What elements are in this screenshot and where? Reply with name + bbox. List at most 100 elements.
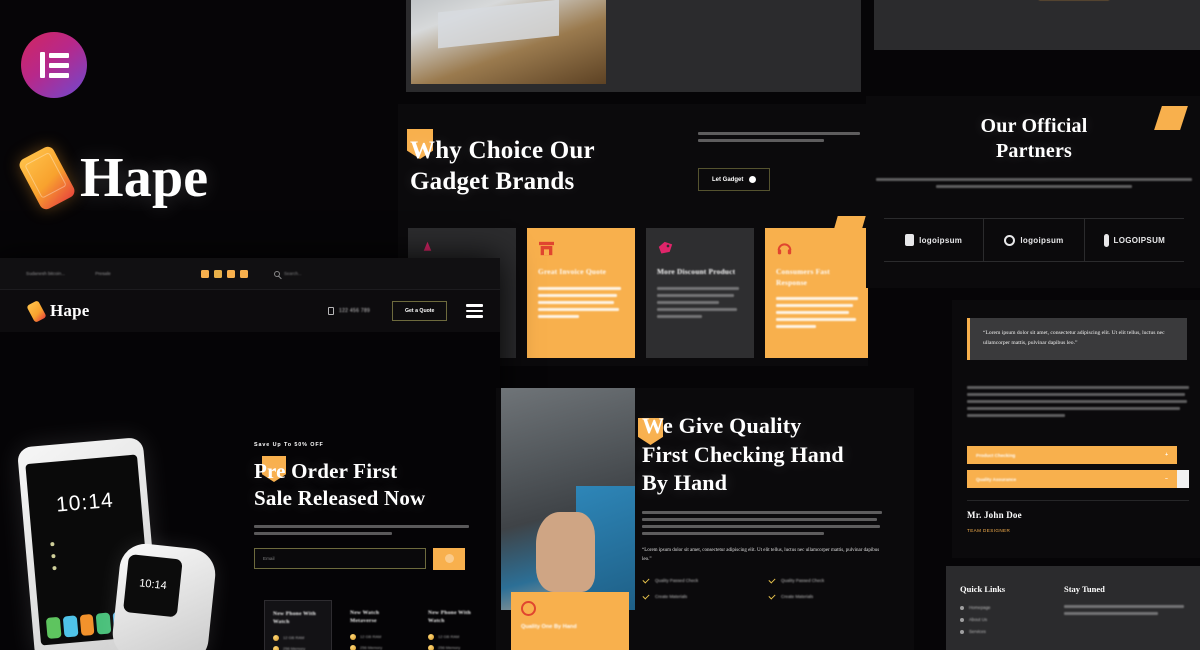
quality-quote: “Lorem ipsum dolor sit amet, consectetur… [642, 547, 880, 562]
quality-body [642, 510, 882, 535]
footer-link-text: Services [969, 629, 986, 634]
feature-card-more-discount[interactable]: More Discount Product [646, 228, 754, 358]
partners-subtitle [876, 178, 1192, 188]
footer-link-text: Homepage [969, 605, 991, 610]
hero-submit-button[interactable] [433, 547, 465, 570]
navbar-brand[interactable]: Hape [26, 299, 90, 323]
partners-section: Our Official Partners logoipsum logoipsu… [866, 96, 1200, 288]
get-a-quote-button[interactable]: Get a Quote [392, 301, 448, 321]
site-topbar: Sudanesh bitcoin... Presale Search... [0, 258, 500, 290]
footer-link[interactable]: Services [960, 629, 1050, 634]
tilted-phone-icon [26, 299, 47, 323]
product-spec-text: 256 Memory [438, 645, 461, 650]
topbar-social-icons [201, 269, 248, 278]
check-label: Quality Passed Check [781, 578, 825, 584]
phone-icon [328, 307, 334, 315]
accordion-item-quality-assurance[interactable]: Quality Assurance − [967, 470, 1177, 488]
product-spec-text: 256 Memory [360, 645, 383, 650]
divider [967, 500, 1189, 501]
accordion-toggle-icon: − [1165, 476, 1168, 482]
checkmark-icon [642, 577, 650, 585]
spec-bullet-icon [428, 644, 434, 650]
topbar-link-2[interactable]: Presale [95, 271, 111, 276]
partner-logo-text: LOGOIPSUM [1113, 235, 1166, 245]
testimonial-section: “Lorem ipsum dolor sit amet, consectetur… [952, 300, 1200, 558]
footer-link[interactable]: About Us [960, 617, 1050, 622]
partner-logo-item[interactable]: logoipsum [884, 219, 985, 261]
arrow-right-icon [444, 554, 454, 564]
topbar-search[interactable]: Search... [274, 270, 302, 277]
product-title: New Phone With Watch [273, 611, 316, 626]
feature-card-great-invoice[interactable]: Great Invoice Quote [527, 228, 635, 358]
product-title: New Phone With Watch [428, 610, 471, 625]
quality-title-line-3: By Hand [642, 470, 728, 496]
testimonial-body [967, 386, 1189, 421]
hamburger-menu-icon[interactable] [466, 304, 483, 318]
warehouse-boxes-photo [411, 0, 606, 84]
product-card[interactable]: New Phone With Watch 12 GB RAM 256 Memor… [264, 600, 332, 650]
bracket-mark-icon [905, 234, 915, 246]
footer-column-stay-tuned: Stay Tuned [1064, 584, 1184, 619]
instagram-icon[interactable] [227, 269, 235, 278]
quality-badge-card: Quality One By Hand [511, 592, 629, 650]
accordion-toggle-icon: + [1165, 452, 1168, 458]
product-card[interactable]: New Phone With Watch 12 GB RAM 256 Memor… [420, 600, 488, 650]
technician-hands-photo [501, 388, 635, 610]
checkmark-icon [642, 593, 650, 601]
scrollbar-thumb[interactable] [1177, 470, 1189, 488]
partner-logo-item[interactable]: logoipsum [984, 219, 1085, 261]
checkmark-icon [768, 577, 776, 585]
refresh-cycle-icon [521, 601, 536, 616]
testimonial-author-name: Mr. John Doe [967, 510, 1022, 520]
why-section-title: Why Choice Our Gadget Brands [410, 136, 660, 198]
product-spec: 12 GB RAM [428, 633, 480, 640]
quality-title-line-2: First Checking Hand [642, 441, 844, 467]
phone-clock-time: 10:14 [55, 488, 115, 517]
phone-dots-icon [50, 542, 57, 571]
spark-icon [419, 241, 436, 256]
product-card[interactable]: New Watch Metaverse 12 GB RAM 256 Memory [342, 600, 410, 650]
spec-bullet-icon [350, 644, 356, 650]
product-spec-text: 256 Memory [283, 646, 306, 650]
hero-signup-form: Email [254, 547, 486, 570]
notes-icon-app [79, 613, 95, 637]
quality-badge-title: Quality One By Hand [521, 624, 577, 630]
phone-icon-app [45, 616, 62, 639]
messages-icon-app [96, 612, 112, 635]
facebook-icon[interactable] [201, 269, 209, 278]
watch-clock-time: 10:14 [138, 577, 168, 593]
topbar-link-1[interactable]: Sudanesh bitcoin... [26, 271, 65, 276]
bullet-icon [960, 629, 964, 634]
why-title-line-1: Why Choice Our [410, 137, 595, 164]
hero-title-line-2: Sale Released Now [254, 486, 426, 511]
hero-eyebrow: Save Up To 50% OFF [254, 442, 324, 448]
microphone-mark-icon [1103, 233, 1109, 247]
product-spec-text: 12 GB RAM [438, 634, 460, 640]
check-label: Create Materials [655, 594, 688, 600]
feature-card-title: Consumers Fast Response [776, 267, 830, 287]
product-title: New Watch Metaverse [350, 610, 380, 625]
product-spec: 256 Memory [428, 644, 480, 650]
spec-bullet-icon [350, 633, 356, 640]
product-card-row: New Phone With Watch 12 GB RAM 256 Memor… [264, 600, 488, 650]
check-item: Quality Passed Check [642, 577, 746, 585]
footer-link[interactable]: Homepage [960, 605, 1050, 610]
partner-logo-item[interactable]: LOGOIPSUM [1085, 219, 1184, 261]
footer-column-quick-links: Quick Links Homepage About Us Services [960, 584, 1050, 641]
check-label: Create Materials [781, 594, 814, 600]
linkedin-icon[interactable] [240, 269, 248, 278]
hero-subtitle [254, 524, 469, 535]
top-right-panel: Submit Now [874, 0, 1200, 50]
feature-card-title: Great Invoice Quote [538, 267, 607, 276]
hero-email-input[interactable]: Email [254, 548, 426, 570]
price-tag-icon [657, 241, 674, 256]
spec-bullet-icon [428, 633, 434, 640]
navbar-phone[interactable]: 122 456 789 [328, 307, 370, 315]
navbar-brand-name: Hape [50, 301, 90, 320]
let-gadget-button[interactable]: Let Gadget [698, 168, 771, 191]
twitter-icon[interactable] [214, 269, 222, 278]
check-item: Create Materials [642, 593, 746, 601]
accordion-item-product-checking[interactable]: Product Checking + [967, 446, 1177, 464]
product-spec-text: 12 GB RAM [360, 634, 382, 640]
feature-card-fast-response[interactable]: Consumers Fast Response [765, 228, 868, 358]
